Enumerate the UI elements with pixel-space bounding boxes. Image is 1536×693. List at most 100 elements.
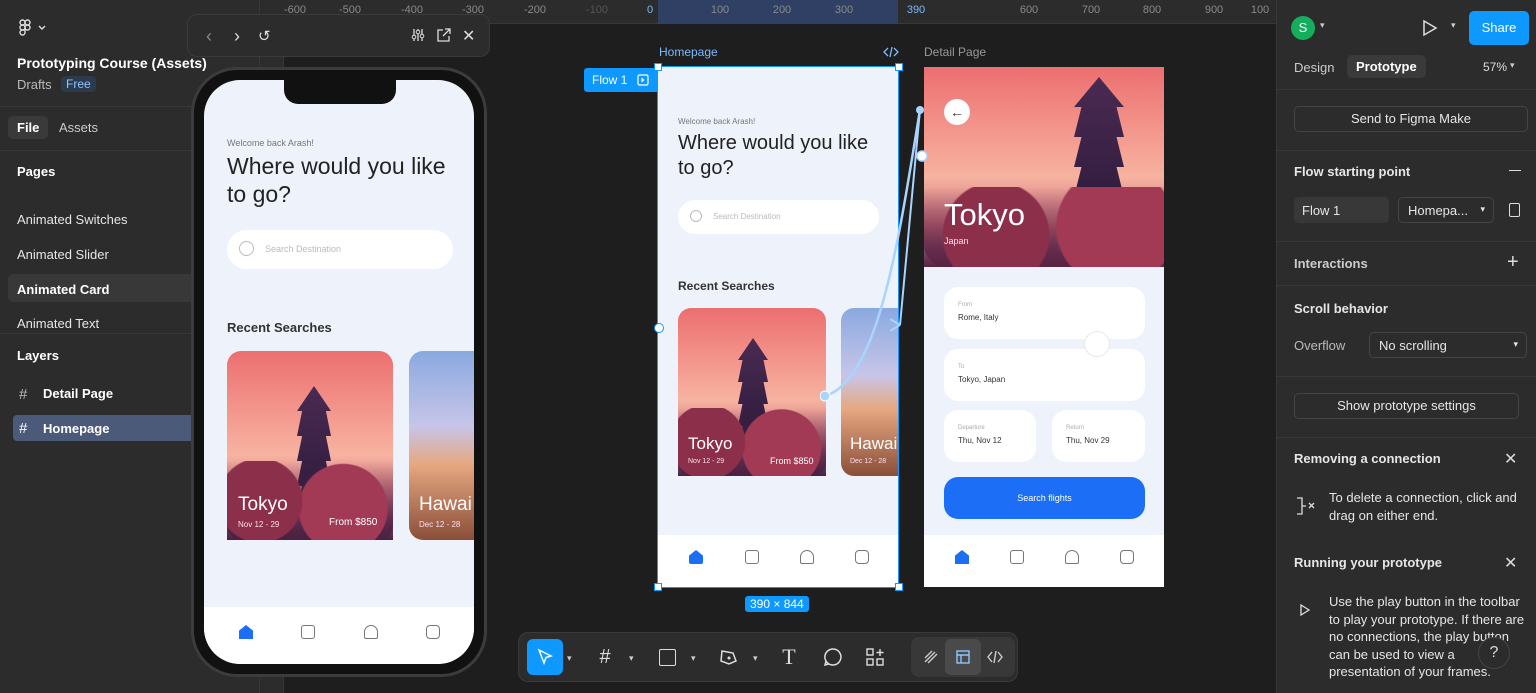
text-tool-icon[interactable]: T (771, 639, 807, 675)
departure-value: Thu, Nov 12 (958, 436, 1002, 445)
figma-menu-icon[interactable] (18, 18, 48, 38)
card-tokyo[interactable]: Tokyo Nov 12 - 29 From $850 (678, 308, 826, 476)
bell-icon[interactable] (800, 550, 814, 564)
layer-detail-page[interactable]: Detail Page (43, 386, 113, 401)
open-external-icon[interactable] (436, 27, 452, 43)
move-tool-icon[interactable] (527, 639, 563, 675)
page-item-active[interactable]: Animated Card (17, 282, 109, 297)
design-mode-icon[interactable] (945, 639, 981, 675)
page-item[interactable]: Animated Switches (17, 212, 128, 227)
play-icon[interactable] (1419, 18, 1439, 38)
bookmark-icon[interactable] (745, 550, 759, 564)
back-arrow-icon[interactable]: ← (944, 99, 970, 125)
resize-handle[interactable] (895, 63, 903, 71)
recent-heading: Recent Searches (678, 279, 775, 293)
tab-prototype[interactable]: Prototype (1347, 55, 1426, 78)
bookmark-icon[interactable] (301, 625, 315, 639)
chevron-down-icon: ▾ (1480, 204, 1485, 214)
chat-icon[interactable] (426, 625, 440, 639)
chevron-down-icon[interactable]: ▾ (1510, 60, 1515, 71)
phone-screen[interactable]: Welcome back Arash! Where would you like… (204, 80, 474, 664)
card-hawaii[interactable]: Hawai Dec 12 - 28 (409, 351, 474, 540)
frame-title-detail[interactable]: Detail Page (924, 45, 986, 59)
home-icon[interactable] (689, 550, 703, 564)
flow-label[interactable]: Flow 1 (584, 68, 659, 92)
ruler-tick: 100 (1250, 4, 1270, 16)
settings-sliders-icon[interactable] (410, 27, 426, 43)
tab-assets[interactable]: Assets (59, 120, 98, 135)
home-icon[interactable] (955, 550, 969, 564)
avatar[interactable]: S (1291, 16, 1315, 40)
resize-handle[interactable] (654, 583, 662, 591)
close-icon[interactable]: ✕ (462, 26, 475, 46)
minus-icon[interactable] (1509, 170, 1521, 171)
close-icon[interactable]: ✕ (1504, 449, 1517, 469)
zoom-level[interactable]: 57% (1483, 60, 1507, 74)
tab-design[interactable]: Design (1294, 60, 1334, 75)
chevron-down-icon[interactable]: ▾ (1320, 20, 1325, 31)
dev-mode-icon[interactable] (977, 639, 1013, 675)
share-button[interactable]: Share (1469, 11, 1529, 45)
phone-preview[interactable]: Welcome back Arash! Where would you like… (191, 67, 487, 677)
close-icon[interactable]: ✕ (1504, 553, 1517, 573)
flow-target-select[interactable]: Homepa... ▾ (1398, 197, 1494, 223)
bookmark-icon[interactable] (1010, 550, 1024, 564)
from-label: From (958, 302, 972, 308)
resize-handle[interactable] (654, 63, 662, 71)
departure-field[interactable]: Departure Thu, Nov 12 (944, 410, 1036, 462)
prototype-connection[interactable] (820, 90, 940, 410)
to-field[interactable]: To Tokyo, Japan (944, 349, 1145, 401)
frame-title-homepage[interactable]: Homepage (659, 45, 718, 59)
chevron-down-icon[interactable]: ▾ (629, 653, 634, 664)
layer-homepage[interactable]: Homepage (43, 421, 109, 436)
send-to-make-button[interactable]: Send to Figma Make (1294, 106, 1528, 132)
card-tokyo[interactable]: Tokyo Nov 12 - 29 From $850 (227, 351, 393, 540)
rectangle-tool-icon[interactable] (649, 639, 685, 675)
frame-tool-icon[interactable]: # (587, 639, 623, 675)
chevron-down-icon[interactable]: ▾ (1451, 20, 1456, 31)
help-button[interactable]: ? (1478, 637, 1510, 669)
chevron-down-icon[interactable]: ▾ (567, 653, 572, 664)
add-interaction-icon[interactable]: + (1507, 251, 1519, 274)
resize-handle[interactable] (895, 583, 903, 591)
tab-file[interactable]: File (8, 116, 49, 139)
forward-icon[interactable]: › (234, 26, 240, 47)
code-icon[interactable] (883, 45, 899, 59)
draw-mode-icon[interactable] (913, 639, 949, 675)
right-panel: S ▾ ▾ Share Design Prototype 57% ▾ Send … (1276, 0, 1536, 693)
card-city: Tokyo (238, 494, 288, 515)
chat-icon[interactable] (1120, 550, 1134, 564)
page-item[interactable]: Animated Text (17, 316, 99, 331)
show-settings-button[interactable]: Show prototype settings (1294, 393, 1519, 419)
removing-heading: Removing a connection (1294, 451, 1441, 466)
home-icon[interactable] (239, 625, 253, 639)
actions-tool-icon[interactable] (857, 639, 893, 675)
overflow-select[interactable]: No scrolling ▾ (1369, 332, 1527, 358)
return-field[interactable]: Return Thu, Nov 29 (1052, 410, 1145, 462)
chat-icon[interactable] (855, 550, 869, 564)
connection-handle[interactable] (654, 323, 664, 333)
pen-tool-icon[interactable] (711, 639, 747, 675)
frame-icon: # (19, 386, 28, 403)
card-city: Hawai (850, 434, 898, 453)
detail-frame[interactable]: ← Tokyo Japan From Rome, Italy To Tokyo,… (924, 67, 1164, 587)
search-bar[interactable]: Search Destination (227, 230, 453, 269)
ruler-tick: 100 (710, 4, 730, 16)
page-item[interactable]: Animated Slider (17, 247, 109, 262)
swap-icon[interactable] (1084, 331, 1110, 357)
bell-icon[interactable] (364, 625, 378, 639)
flow-label-text: Flow 1 (592, 73, 628, 87)
file-title[interactable]: Prototyping Course (Assets) (17, 55, 207, 71)
from-field[interactable]: From Rome, Italy (944, 287, 1145, 339)
back-icon[interactable]: ‹ (206, 26, 212, 47)
chevron-down-icon[interactable]: ▾ (753, 653, 758, 664)
comment-tool-icon[interactable] (815, 639, 851, 675)
chevron-down-icon[interactable]: ▾ (691, 653, 696, 664)
description-icon[interactable] (1509, 203, 1520, 217)
drafts-label[interactable]: Drafts (17, 77, 52, 92)
bottom-nav (924, 535, 1164, 587)
restart-icon[interactable]: ↺ (258, 27, 271, 45)
bell-icon[interactable] (1065, 550, 1079, 564)
flow-name-input[interactable]: Flow 1 (1294, 197, 1389, 223)
search-flights-button[interactable]: Search flights (944, 477, 1145, 519)
